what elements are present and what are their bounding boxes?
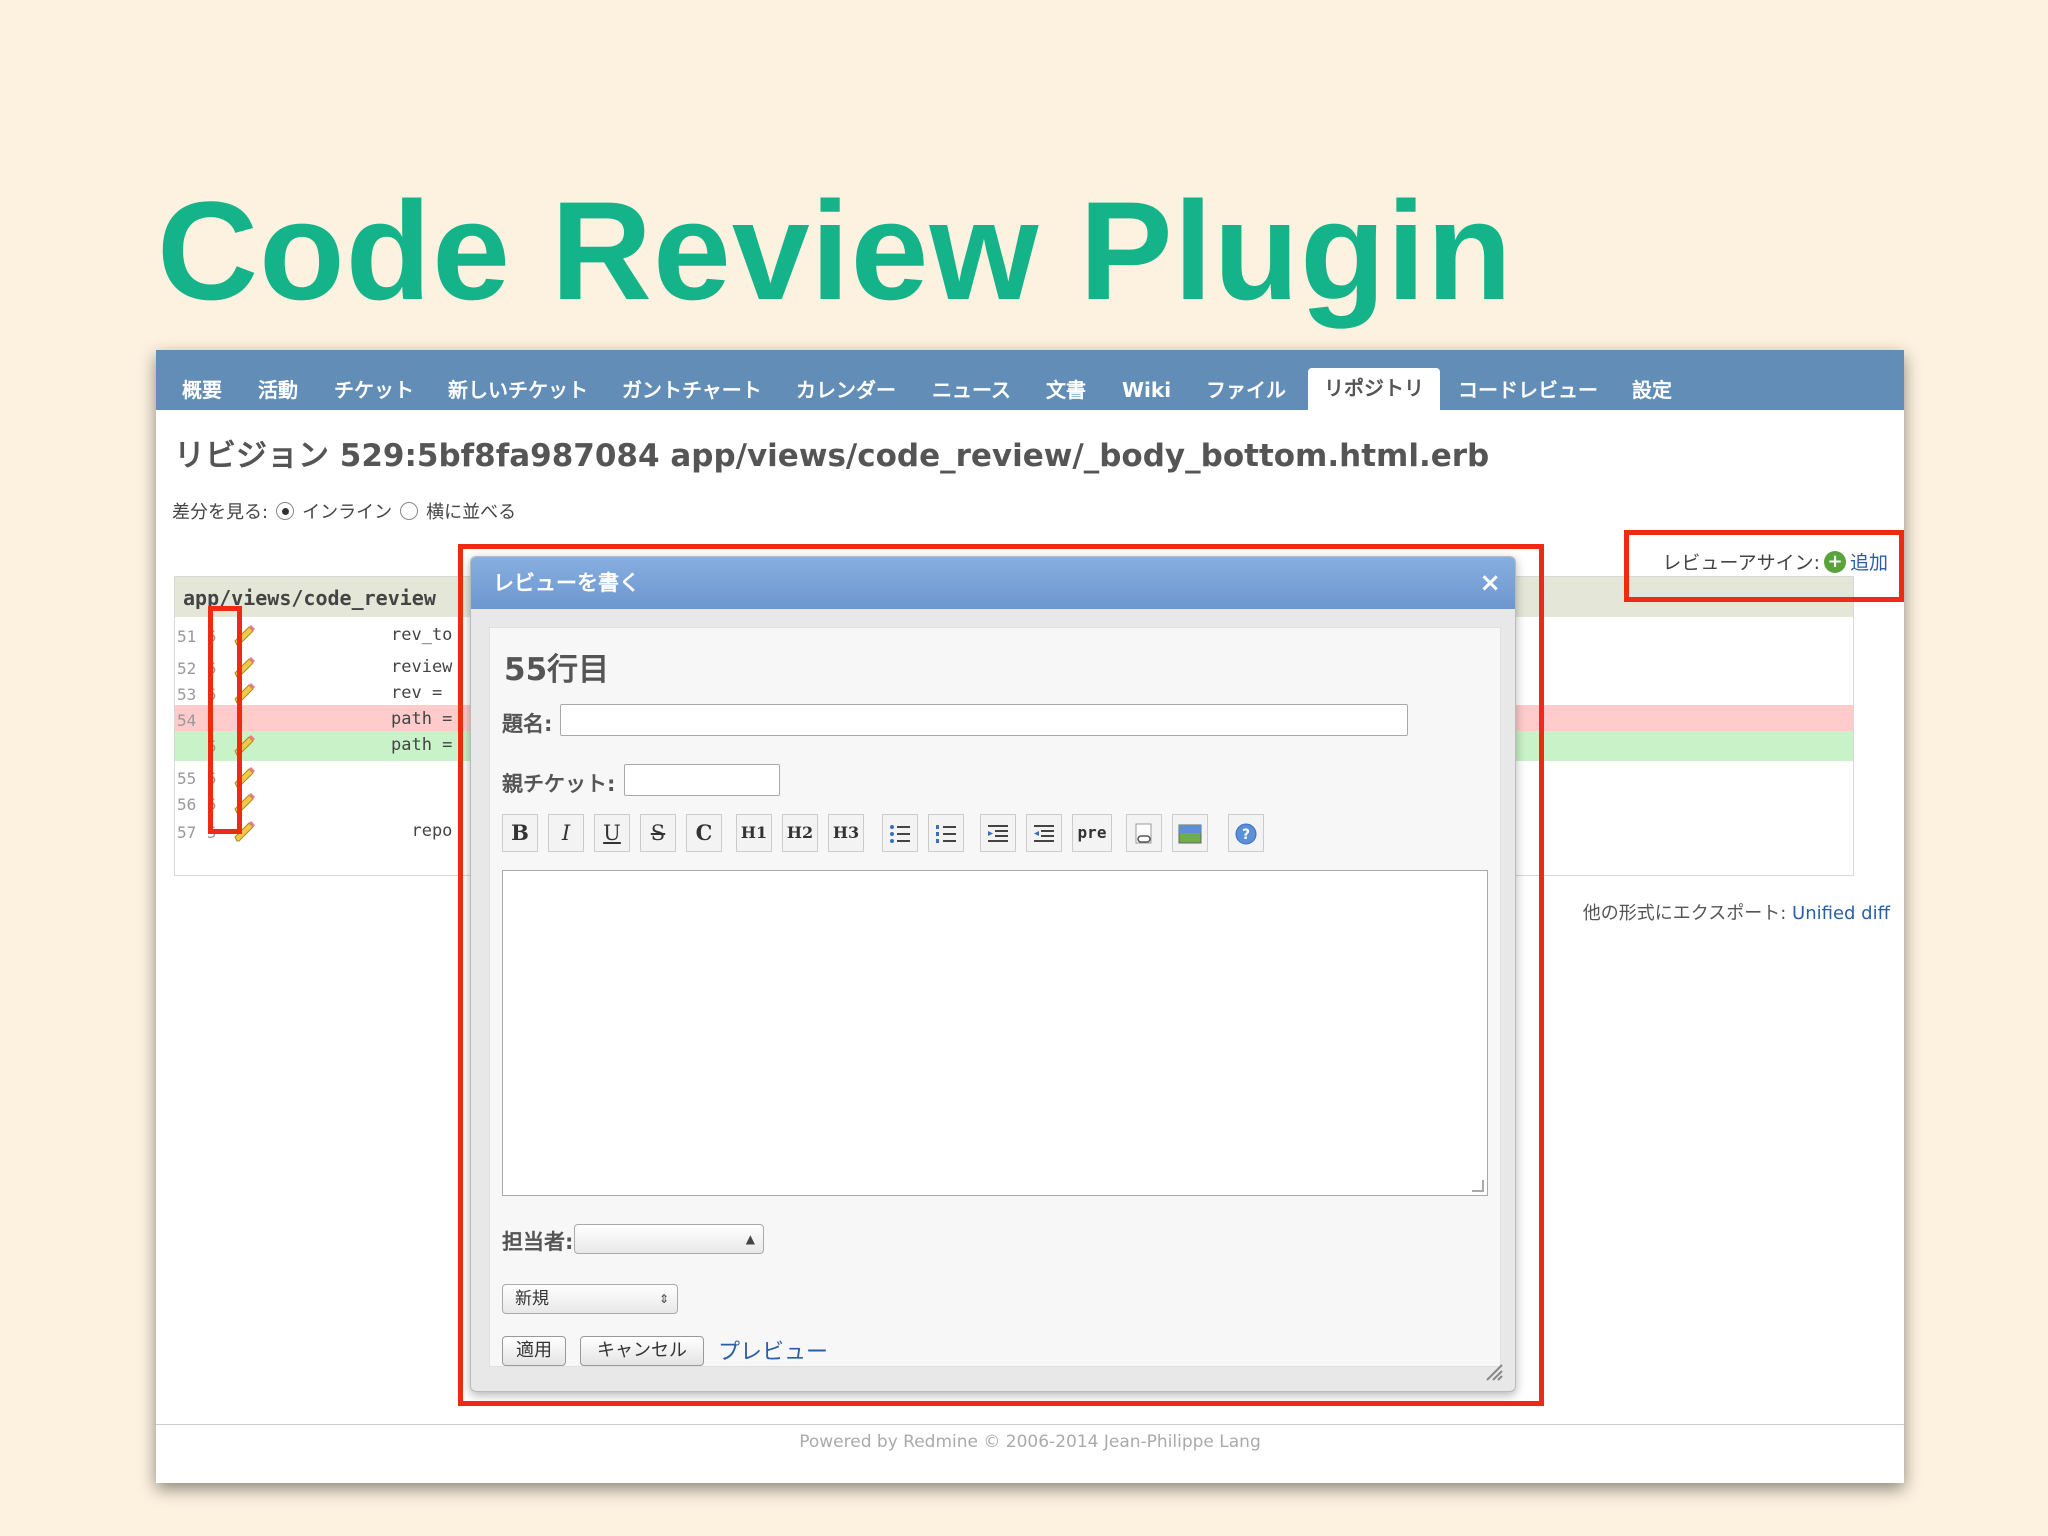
pre-button[interactable]: pre [1072, 814, 1112, 852]
new-line-number: 5 [207, 769, 217, 788]
code-text: rev = [391, 683, 443, 703]
resize-grip-icon[interactable] [1472, 1180, 1484, 1192]
tab-settings[interactable]: 設定 [1632, 370, 1672, 410]
help-icon[interactable]: ? [1228, 814, 1264, 852]
strikethrough-button[interactable]: S [640, 814, 676, 852]
pencil-icon[interactable] [233, 733, 257, 757]
select-arrows-icon: ▲ [745, 1232, 755, 1246]
footer-divider [156, 1424, 1904, 1425]
tab-gantt[interactable]: ガントチャート [622, 370, 762, 410]
code-text: repo [391, 821, 453, 841]
review-textarea[interactable] [502, 870, 1488, 1196]
view-mode: 差分を見る: インライン 横に並べる [172, 498, 516, 524]
line-numbers: 53 [177, 685, 197, 704]
pencil-icon[interactable] [233, 681, 257, 705]
line-numbers: 52 [177, 659, 197, 678]
pencil-icon[interactable] [233, 765, 257, 789]
line-numbers: 54 [177, 711, 197, 730]
dialog-title: レビューを書く [493, 571, 640, 595]
review-assign-label: レビューアサイン: [1662, 552, 1820, 574]
line-numbers: 55 [177, 769, 197, 788]
new-line-number: 5 [207, 795, 217, 814]
image-icon[interactable] [1172, 814, 1208, 852]
unordered-list-icon[interactable] [882, 814, 918, 852]
h3-button[interactable]: H3 [828, 814, 864, 852]
export-links: 他の形式にエクスポート: Unified diff [1583, 899, 1890, 925]
new-line-number: 5 [207, 823, 217, 842]
new-line-number: 5 [207, 659, 217, 678]
view-mode-label: 差分を見る: [172, 502, 269, 523]
review-assign: レビューアサイン: + 追加 [1662, 548, 1888, 575]
slide-title: Code Review Plugin [157, 172, 1513, 329]
code-text: review [391, 657, 453, 677]
tab-documents[interactable]: 文書 [1046, 370, 1086, 410]
subject-label: 題名: [502, 712, 553, 736]
side-by-side-radio[interactable] [400, 502, 419, 520]
code-text: path = [391, 735, 453, 755]
add-icon[interactable]: + [1823, 550, 1846, 573]
apply-button[interactable]: 適用 [502, 1336, 566, 1366]
add-assign-link[interactable]: 追加 [1850, 548, 1888, 575]
inline-label: インライン [302, 502, 393, 523]
h2-button[interactable]: H2 [782, 814, 818, 852]
tab-calendar[interactable]: カレンダー [796, 370, 896, 410]
preview-link[interactable]: プレビュー [718, 1334, 828, 1366]
pencil-icon[interactable] [233, 819, 257, 843]
new-line-number: 5 [207, 737, 217, 756]
link-icon[interactable] [1126, 814, 1162, 852]
line-heading: 55行目 [504, 652, 610, 688]
select-arrows-icon: ⇕ [658, 1292, 669, 1306]
footer: Powered by Redmine © 2006-2014 Jean-Phil… [799, 1432, 1261, 1452]
underline-button[interactable]: U [594, 814, 630, 852]
tab-new-issue[interactable]: 新しいチケット [448, 370, 588, 410]
redmine-screenshot: 概要 活動 チケット 新しいチケット ガントチャート カレンダー ニュース 文書… [156, 350, 1904, 1483]
cancel-button[interactable]: キャンセル [580, 1336, 704, 1366]
tab-repository[interactable]: リポジトリ [1308, 368, 1440, 410]
pencil-icon[interactable] [233, 623, 257, 647]
subject-input[interactable] [560, 704, 1408, 736]
inline-radio[interactable] [276, 502, 295, 520]
tab-code-review[interactable]: コードレビュー [1458, 370, 1598, 410]
status-select[interactable]: 新規 ⇕ [502, 1284, 678, 1314]
line-numbers: 51 [177, 627, 197, 646]
ordered-list-icon[interactable] [928, 814, 964, 852]
line-numbers: 57 [177, 823, 197, 842]
new-line-number: 5 [207, 685, 217, 704]
pencil-icon[interactable] [233, 655, 257, 679]
svg-text:?: ? [1242, 827, 1250, 843]
code-text: path = [391, 709, 453, 729]
tab-news[interactable]: ニュース [932, 370, 1011, 410]
unified-diff-link[interactable]: Unified diff [1792, 903, 1890, 924]
italic-button[interactable]: I [548, 814, 584, 852]
bold-button[interactable]: B [502, 814, 538, 852]
indent-left-icon[interactable] [980, 814, 1016, 852]
review-dialog: レビューを書く × 55行目 題名: 親チケット: B I U S C H1 H… [470, 556, 1516, 1392]
pencil-icon[interactable] [233, 791, 257, 815]
export-label: 他の形式にエクスポート: [1582, 903, 1787, 924]
code-text: rev_to [391, 625, 453, 645]
new-line-number: 5 [207, 627, 217, 646]
line-numbers: 56 [177, 795, 197, 814]
parent-issue-input[interactable] [624, 764, 780, 796]
tab-issues[interactable]: チケット [334, 370, 414, 410]
h1-button[interactable]: H1 [736, 814, 772, 852]
assignee-label: 担当者: [502, 1230, 574, 1254]
side-by-side-label: 横に並べる [426, 502, 517, 523]
dialog-title-bar: レビューを書く × [471, 557, 1515, 609]
close-icon[interactable]: × [1479, 557, 1501, 609]
code-button[interactable]: C [686, 814, 722, 852]
dialog-resize-icon[interactable] [1485, 1363, 1503, 1381]
assignee-select[interactable]: ▲ [574, 1224, 764, 1254]
tab-overview[interactable]: 概要 [182, 370, 222, 410]
project-menu: 概要 活動 チケット 新しいチケット ガントチャート カレンダー ニュース 文書… [156, 350, 1904, 410]
tab-activity[interactable]: 活動 [258, 370, 298, 410]
tab-wiki[interactable]: Wiki [1122, 370, 1171, 410]
tab-files[interactable]: ファイル [1206, 370, 1286, 410]
indent-right-icon[interactable] [1026, 814, 1062, 852]
dialog-body: 55行目 題名: 親チケット: B I U S C H1 H2 H3 pre ?… [489, 627, 1501, 1367]
revision-title: リビジョン 529:5bf8fa987084 app/views/code_re… [174, 438, 1490, 474]
status-value: 新規 [515, 1289, 549, 1309]
parent-issue-label: 親チケット: [502, 772, 616, 796]
